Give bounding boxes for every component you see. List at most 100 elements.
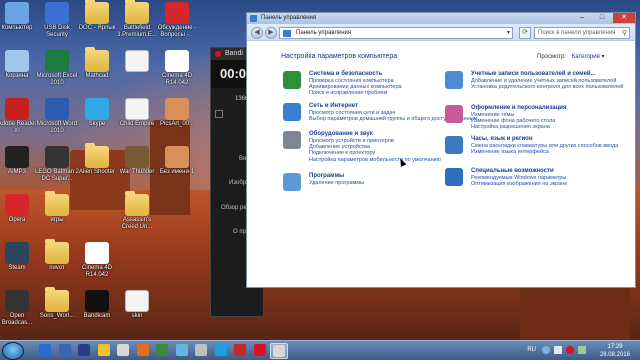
minimize-button[interactable]: – — [573, 13, 591, 23]
image-icon — [165, 146, 189, 168]
cinema4d-icon — [165, 50, 189, 72]
cinema4d-taskbar-icon[interactable] — [36, 343, 54, 359]
category-link[interactable]: Изменение языка интерфейса — [471, 149, 549, 155]
language-indicator[interactable]: RU — [527, 347, 536, 353]
bandicam-checkbox[interactable] — [215, 110, 223, 118]
desktop-icon-label: skin — [131, 313, 143, 319]
steam-icon — [5, 242, 29, 264]
close-button[interactable]: ✕ — [613, 13, 635, 23]
desktop-icon[interactable]: Cinema 4D R14.042 — [74, 242, 120, 279]
category-link[interactable]: Проверка состояния компьютера — [309, 78, 394, 84]
category-link[interactable]: Настройка параметров мобильности по умол… — [309, 157, 441, 163]
category-link[interactable]: Удаление программы — [309, 180, 364, 186]
programs-icon[interactable] — [283, 173, 301, 191]
control-panel-window[interactable]: Панель управления – □ ✕ ◀ ▶ Панель управ… — [246, 12, 636, 288]
back-button[interactable]: ◀ — [251, 27, 263, 39]
bandicam-tray-icon[interactable] — [566, 346, 574, 354]
notepad-taskbar-icon[interactable] — [192, 343, 210, 359]
view-by-value[interactable]: Категория — [572, 54, 600, 60]
desktop-icon[interactable]: Assassin's Creed Un... — [114, 191, 160, 231]
desktop-icon[interactable]: skin — [114, 290, 160, 320]
category-link[interactable]: Подключение к проектору — [309, 150, 375, 156]
page-title: Настройка параметров компьютера — [281, 53, 398, 60]
forward-button[interactable]: ▶ — [265, 27, 277, 39]
skype-taskbar-icon[interactable] — [212, 343, 230, 359]
search-input[interactable]: Поиск в панели управления ⚲ — [534, 27, 630, 39]
desktop-icon[interactable]: игры — [34, 191, 80, 224]
category-title[interactable]: Часы, язык и регион — [471, 136, 532, 142]
desktop-icon-label: Assassin's Creed Un... — [121, 217, 153, 230]
skype-icon — [85, 98, 109, 120]
search-icon[interactable]: ⚲ — [622, 29, 627, 37]
aimp-icon — [5, 146, 29, 168]
category-link[interactable]: Поиск и исправление проблем — [309, 90, 387, 96]
appearance-icon[interactable] — [445, 105, 463, 123]
clock-date: 28.08.2016 — [599, 352, 630, 358]
opera-taskbar-icon[interactable] — [231, 343, 249, 359]
desktop-icon-label: Обсуждение - Вопросы -... — [157, 25, 197, 38]
user-accounts-icon[interactable] — [445, 71, 463, 89]
network-tray-icon[interactable] — [542, 346, 550, 354]
document-icon — [125, 290, 149, 312]
hardware-sound-icon[interactable] — [283, 131, 301, 149]
folder-icon — [45, 287, 69, 312]
photoshop-taskbar-icon[interactable] — [56, 343, 74, 359]
category-link[interactable]: Рекомендуемые Windows параметры — [471, 175, 566, 181]
opera-icon — [165, 2, 189, 24]
category-link[interactable]: Настройка разрешения экрана — [471, 124, 550, 130]
firefox-taskbar-icon[interactable] — [134, 343, 152, 359]
category-link[interactable]: Изменение темы — [471, 112, 514, 118]
recycle-bin-icon — [5, 50, 29, 72]
category-link[interactable]: Архивирование данных компьютера — [309, 84, 402, 90]
category-title[interactable]: Учетные записи пользователей и семей... — [471, 71, 596, 77]
computer-icon — [5, 2, 29, 24]
chevron-down-icon[interactable]: ▾ — [507, 29, 510, 36]
word-icon — [45, 98, 69, 120]
control-panel-icon — [250, 15, 257, 22]
category-title[interactable]: Сеть и Интернет — [309, 103, 358, 109]
desktop-icon-label: PicsArt_00... — [159, 121, 194, 127]
category-link[interactable]: Установка родительского контроля для все… — [471, 84, 624, 90]
image-icon — [165, 98, 189, 120]
media-taskbar-icon[interactable] — [114, 343, 132, 359]
maximize-button[interactable]: □ — [593, 13, 611, 23]
word-taskbar-icon[interactable] — [75, 343, 93, 359]
system-security-icon[interactable] — [283, 71, 301, 89]
category-title[interactable]: Оборудование и звук — [309, 131, 373, 137]
minecraft-taskbar-icon[interactable] — [153, 343, 171, 359]
desktop-icon[interactable]: Обсуждение - Вопросы -... — [154, 2, 200, 39]
address-bar[interactable]: Панель управления ▾ — [279, 27, 513, 39]
flag-tray-icon[interactable] — [578, 346, 586, 354]
desktop-icon[interactable]: Cinema 4D R14.042 — [154, 50, 200, 87]
clock-language-icon[interactable] — [445, 136, 463, 154]
category-title[interactable]: Специальные возможности — [471, 168, 554, 174]
category-link[interactable]: Оптимизация изображения на экране — [471, 181, 567, 187]
folder-icon — [85, 143, 109, 168]
taskbar: RU 17:29 28.08.2016 — [0, 340, 640, 360]
volume-tray-icon[interactable] — [554, 346, 562, 354]
chevron-down-icon[interactable]: ▾ — [601, 54, 604, 60]
bandicam-taskbar-icon[interactable] — [251, 343, 269, 359]
clock[interactable]: 17:29 28.08.2016 — [600, 343, 630, 359]
steam-taskbar-icon[interactable] — [173, 343, 191, 359]
network-icon[interactable] — [283, 103, 301, 121]
desktop-icon-label: Cinema 4D R14.042 — [81, 265, 112, 278]
window-title: Панель управления — [261, 15, 317, 21]
desktop-icon[interactable]: PicsArt_00... — [154, 98, 200, 128]
folder-icon — [85, 47, 109, 72]
category-title[interactable]: Система и безопасность — [309, 71, 382, 77]
control-panel-taskbar-icon[interactable] — [270, 343, 288, 359]
clock-time: 17:29 — [607, 344, 623, 350]
folder-icon — [85, 0, 109, 24]
cinema4d-icon — [85, 242, 109, 264]
category-title[interactable]: Программы — [309, 173, 344, 179]
accessibility-icon[interactable] — [445, 168, 463, 186]
start-button[interactable] — [2, 342, 24, 360]
control-panel-titlebar[interactable]: Панель управления – □ ✕ — [247, 13, 635, 24]
category-link[interactable]: Добавление устройства — [309, 144, 370, 150]
view-by-selector[interactable]: Просмотр: Категория ▾ — [537, 53, 605, 60]
refresh-button[interactable]: ⟳ — [519, 27, 531, 39]
category-title[interactable]: Оформление и персонализация — [471, 105, 566, 111]
desktop-icon[interactable]: Без имени-1 — [154, 146, 200, 176]
folder-taskbar-icon[interactable] — [95, 343, 113, 359]
